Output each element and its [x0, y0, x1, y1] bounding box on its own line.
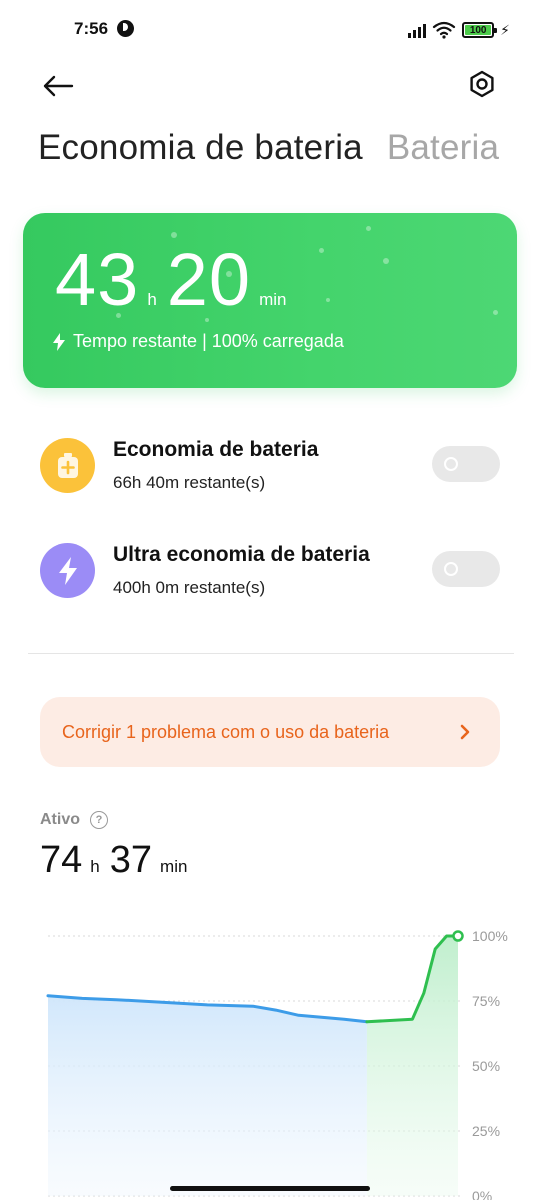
arrow-left-icon	[43, 75, 74, 97]
active-minutes-unit: min	[160, 857, 188, 876]
y-tick-label: 25%	[472, 1123, 500, 1139]
current-level-marker	[452, 930, 464, 942]
y-tick-label: 75%	[472, 993, 500, 1009]
battery-icon: 100	[462, 22, 498, 38]
option-subtitle: 66h 40m restante(s)	[113, 473, 266, 492]
remaining-subtitle: Tempo restante | 100% carregada	[73, 331, 344, 351]
gear-icon	[470, 70, 494, 98]
home-indicator[interactable]	[170, 1186, 370, 1191]
series-area-1	[366, 936, 458, 1196]
tab-battery[interactable]: Bateria	[387, 128, 499, 168]
status-time: 7:56	[74, 19, 109, 38]
battery-level: 100	[469, 24, 487, 36]
battery-level-chart: 100% 75% 50% 25% 0%	[46, 928, 508, 1200]
chevron-right-icon	[458, 719, 472, 745]
decorative-dot	[493, 310, 498, 315]
charging-bolt-icon: ⚡	[500, 21, 510, 38]
remaining-minutes: 20	[166, 238, 252, 321]
active-label-row: Ativo ?	[40, 811, 108, 829]
option-title: Economia de bateria	[113, 438, 319, 461]
active-hours-unit: h	[90, 857, 100, 876]
tab-bar: Economia de bateria Bateria	[38, 128, 499, 168]
tab-battery-saver[interactable]: Economia de bateria	[38, 128, 363, 168]
ultra-battery-saver-option[interactable]: Ultra economia de bateria 400h 0m restan…	[40, 537, 500, 607]
app-notification-icon	[117, 20, 134, 37]
remaining-time: 43 h 20 min	[55, 243, 297, 317]
decorative-dot	[366, 226, 371, 231]
option-subtitle: 400h 0m restante(s)	[113, 578, 266, 597]
y-tick-label: 50%	[472, 1058, 500, 1074]
remaining-time-card: 43 h 20 min Tempo restante | 100% carreg…	[23, 213, 517, 388]
status-bar: 7:56 100 ⚡	[0, 0, 540, 60]
toggle-knob	[444, 562, 458, 576]
settings-button[interactable]	[464, 66, 500, 102]
y-tick-label: 0%	[472, 1188, 492, 1200]
remaining-hours: 43	[55, 238, 140, 321]
active-time: 74 h 37 min	[40, 839, 197, 882]
series-area-0	[48, 995, 367, 1196]
decorative-dot	[319, 248, 324, 253]
minutes-unit: min	[259, 290, 287, 309]
bolt-icon	[40, 543, 95, 598]
signal-icon	[408, 22, 427, 38]
active-hours: 74	[40, 839, 83, 881]
remaining-subtitle-row: Tempo restante | 100% carregada	[53, 331, 344, 352]
divider	[28, 653, 514, 654]
toggle-knob	[444, 457, 458, 471]
active-minutes: 37	[109, 839, 153, 881]
y-tick-label: 100%	[472, 928, 508, 944]
fix-battery-issue-button[interactable]: Corrigir 1 problema com o uso da bateria	[40, 697, 500, 767]
decorative-dot	[326, 298, 330, 302]
back-button[interactable]	[40, 68, 76, 104]
battery-saver-option[interactable]: Economia de bateria 66h 40m restante(s)	[40, 432, 500, 502]
help-icon[interactable]: ?	[90, 811, 108, 829]
wifi-icon	[433, 21, 456, 39]
battery-saver-toggle[interactable]	[432, 446, 500, 482]
active-label: Ativo	[40, 811, 80, 828]
bolt-icon	[53, 332, 65, 351]
warning-text: Corrigir 1 problema com o uso da bateria	[62, 721, 390, 742]
hours-unit: h	[147, 290, 157, 309]
decorative-dot	[383, 258, 389, 264]
battery-plus-icon	[40, 438, 95, 493]
ultra-battery-saver-toggle[interactable]	[432, 551, 500, 587]
status-icons: 100 ⚡	[408, 20, 510, 40]
option-title: Ultra economia de bateria	[113, 543, 370, 566]
